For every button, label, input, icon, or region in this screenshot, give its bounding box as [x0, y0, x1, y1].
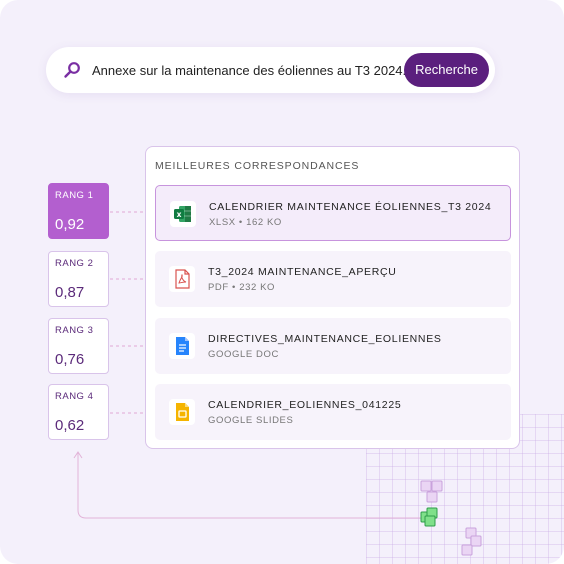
- rank-label: RANG 2: [55, 258, 94, 269]
- canvas: Annexe sur la maintenance des éoliennes …: [0, 0, 564, 564]
- google-docs-icon: [169, 333, 195, 359]
- file-meta: XLSX • 162 KO: [209, 217, 282, 228]
- file-name: T3_2024 MAINTENANCE_APERÇU: [208, 266, 397, 278]
- rank-card-3: RANG 3 0,76: [48, 318, 109, 374]
- results-panel: MEILLEURES CORRESPONDANCES x CALENDRIER …: [145, 146, 520, 449]
- file-name: CALENDRIER_EOLIENNES_041225: [208, 399, 402, 411]
- google-slides-icon: [169, 399, 195, 425]
- rank-label: RANG 3: [55, 325, 94, 336]
- rank-label: RANG 1: [55, 190, 94, 201]
- result-row-4[interactable]: CALENDRIER_EOLIENNES_041225 GOOGLE SLIDE…: [155, 384, 511, 440]
- excel-icon: x: [170, 201, 196, 227]
- file-meta: GOOGLE DOC: [208, 349, 279, 360]
- rank-score: 0,87: [55, 284, 85, 301]
- rank-card-1: RANG 1 0,92: [48, 183, 109, 239]
- rank-label: RANG 4: [55, 391, 94, 402]
- result-row-3[interactable]: DIRECTIVES_MAINTENANCE_EOLIENNES GOOGLE …: [155, 318, 511, 374]
- rank-card-4: RANG 4 0,62: [48, 384, 109, 440]
- file-name: DIRECTIVES_MAINTENANCE_EOLIENNES: [208, 333, 442, 345]
- result-row-2[interactable]: T3_2024 MAINTENANCE_APERÇU PDF • 232 KO: [155, 251, 511, 307]
- svg-text:x: x: [177, 210, 182, 219]
- rank-score: 0,92: [55, 216, 85, 233]
- file-meta: GOOGLE SLIDES: [208, 415, 294, 426]
- search-input[interactable]: Annexe sur la maintenance des éoliennes …: [92, 63, 406, 78]
- search-icon: [63, 61, 81, 79]
- pdf-icon: [169, 266, 195, 292]
- rank-score: 0,76: [55, 351, 85, 368]
- file-name: CALENDRIER MAINTENANCE ÉOLIENNES_T3 2024: [209, 201, 492, 213]
- search-bar[interactable]: Annexe sur la maintenance des éoliennes …: [46, 47, 495, 93]
- rank-score: 0,62: [55, 417, 85, 434]
- rank-card-2: RANG 2 0,87: [48, 251, 109, 307]
- results-title: MEILLEURES CORRESPONDANCES: [155, 160, 360, 172]
- file-meta: PDF • 232 KO: [208, 282, 276, 293]
- search-button[interactable]: Recherche: [404, 53, 489, 87]
- result-row-1[interactable]: x CALENDRIER MAINTENANCE ÉOLIENNES_T3 20…: [155, 185, 511, 241]
